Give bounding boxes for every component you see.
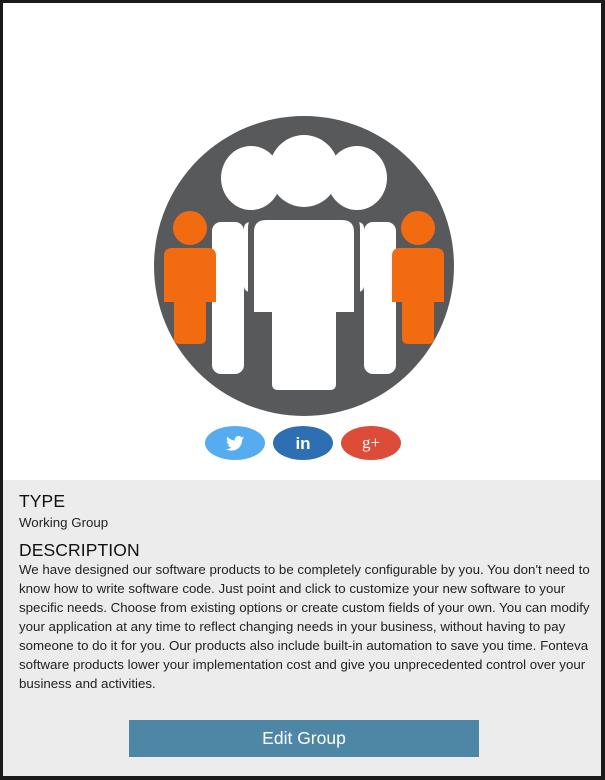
group-card: in g+ TYPE Working Group DESCRIPTION We … <box>3 3 601 776</box>
description-heading: DESCRIPTION <box>19 540 140 560</box>
google-plus-icon-label: g+ <box>362 433 380 452</box>
group-details-panel: TYPE Working Group DESCRIPTION We have d… <box>3 480 601 776</box>
description-text: We have designed our software products t… <box>19 562 590 691</box>
linkedin-icon-label: in <box>295 434 310 452</box>
social-share-row: in g+ <box>205 426 401 462</box>
linkedin-share-button[interactable]: in <box>273 426 333 460</box>
twitter-share-button[interactable] <box>205 426 265 460</box>
twitter-icon <box>226 435 244 451</box>
group-hero: in g+ <box>3 3 601 480</box>
google-plus-icon: g+ <box>362 433 380 452</box>
type-value: Working Group <box>19 515 109 530</box>
google-plus-share-button[interactable]: g+ <box>341 426 401 460</box>
type-heading: TYPE <box>19 491 66 511</box>
edit-group-button[interactable]: Edit Group <box>129 720 479 757</box>
group-people-icon <box>154 116 454 416</box>
linkedin-icon: in <box>295 434 310 452</box>
